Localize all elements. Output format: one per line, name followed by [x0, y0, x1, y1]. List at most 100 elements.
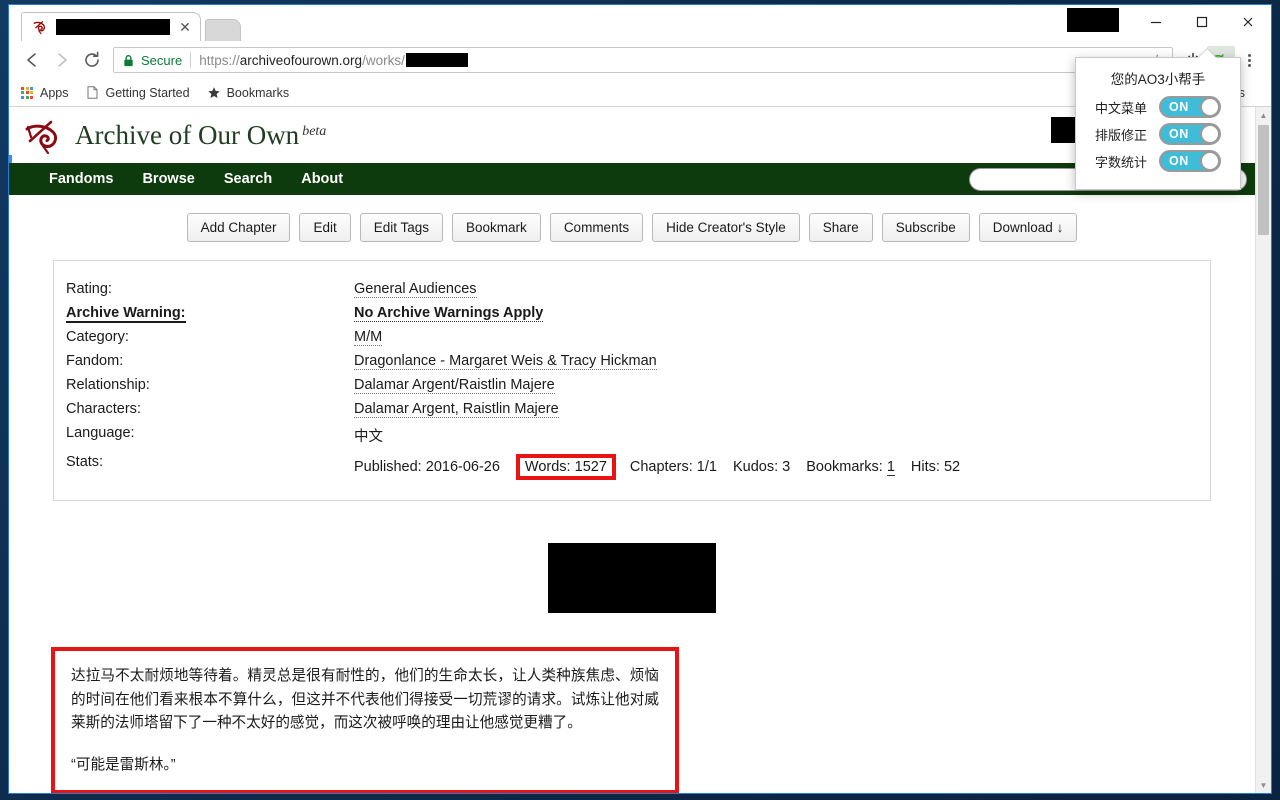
toggle-switch-typography-fix[interactable]: ON [1159, 123, 1221, 145]
url-text: https://archiveofourown.org/works/ [199, 52, 468, 68]
scroll-up-arrow-icon[interactable]: ▲ [1256, 107, 1271, 123]
meta-row-archive-warning: Archive Warning: No Archive Warnings App… [54, 301, 1210, 325]
share-button[interactable]: Share [808, 213, 873, 242]
site-nav: Fandoms Browse Search About [9, 163, 1255, 195]
new-tab-button[interactable] [205, 19, 241, 41]
browser-title-bar: ✕ [9, 5, 1271, 41]
download-button[interactable]: Download ↓ [978, 213, 1078, 242]
meta-value: Dalamar Argent, Raistlin Majere [354, 401, 559, 418]
fandom-tag-link[interactable]: Dragonlance - Margaret Weis & Tracy Hick… [354, 353, 657, 370]
stat-bookmarks: Bookmarks: 1 [806, 459, 895, 476]
meta-row-relationship: Relationship: Dalamar Argent/Raistlin Ma… [54, 373, 1210, 397]
forward-arrow-icon[interactable] [47, 45, 77, 75]
category-tag-link[interactable]: M/M [354, 329, 383, 346]
meta-row-category: Category: M/M [54, 325, 1210, 349]
meta-value: M/M [354, 329, 383, 346]
meta-value: Dalamar Argent/Raistlin Majere [354, 377, 555, 394]
address-bar[interactable]: Secure https://archiveofourown.org/works… [113, 47, 1173, 73]
site-title[interactable]: Archive of Our Own beta [75, 120, 326, 151]
page-icon [85, 85, 101, 101]
meta-value: General Audiences [354, 281, 477, 298]
work-metadata-box: Rating: General Audiences Archive Warnin… [53, 260, 1211, 501]
stat-hits: Hits: 52 [910, 459, 961, 475]
back-arrow-icon[interactable] [17, 45, 47, 75]
meta-label: Rating: [66, 281, 112, 297]
reload-icon[interactable] [77, 45, 107, 75]
meta-row-stats: Stats: Published: 2016-06-26 Words: 1527… [54, 450, 1210, 484]
relationship-tag-link[interactable]: Dalamar Argent/Raistlin Majere [354, 377, 555, 394]
meta-label: Category: [66, 329, 129, 345]
characters-tag-link[interactable]: Dalamar Argent, Raistlin Majere [354, 401, 559, 418]
nav-item-about[interactable]: About [301, 171, 343, 187]
bookmark-label: Bookmarks [226, 85, 290, 100]
toggle-state-label: ON [1169, 127, 1189, 141]
bookmarks-count-link[interactable]: 1 [886, 459, 895, 476]
work-action-buttons: Add Chapter Edit Edit Tags Bookmark Comm… [9, 213, 1255, 242]
bookmark-apps[interactable]: Apps [19, 85, 69, 101]
tab-close-icon[interactable]: ✕ [176, 18, 194, 36]
lock-icon [122, 54, 135, 67]
add-chapter-button[interactable]: Add Chapter [186, 213, 291, 242]
meta-value: Dragonlance - Margaret Weis & Tracy Hick… [354, 353, 657, 370]
meta-value: No Archive Warnings Apply [354, 305, 544, 322]
close-icon[interactable] [1225, 5, 1271, 39]
scrollbar-thumb[interactable] [1258, 125, 1269, 235]
comments-button[interactable]: Comments [549, 213, 644, 242]
title-bar-redacted-label [1067, 8, 1119, 32]
browser-window: ✕ Secure https://archiveofourown.org/wor… [8, 4, 1272, 794]
work-stats: Published: 2016-06-26 Words: 1527 Chapte… [354, 454, 976, 480]
page-viewport: Archive of Our Own beta Fandoms Browse Se… [9, 107, 1271, 793]
meta-label: Fandom: [66, 353, 124, 369]
tab-strip: ✕ [9, 11, 241, 41]
meta-label: Characters: [66, 401, 141, 417]
popup-option-word-count: 字数统计 ON [1076, 150, 1240, 172]
subscribe-button[interactable]: Subscribe [881, 213, 970, 242]
hide-creators-style-button[interactable]: Hide Creator's Style [652, 213, 800, 242]
toggle-label: 中文菜单 [1095, 100, 1148, 116]
nav-item-browse[interactable]: Browse [142, 171, 194, 187]
meta-label: Archive Warning: [66, 305, 186, 323]
ao3-logo-icon[interactable] [23, 116, 71, 155]
meta-label: Language: [66, 425, 135, 441]
toggle-state-label: ON [1169, 154, 1189, 168]
meta-row-language: Language: 中文 [54, 421, 1210, 450]
bookmark-label: Apps [40, 85, 69, 100]
toggle-label: 排版修正 [1095, 127, 1148, 143]
bookmark-getting-started[interactable]: Getting Started [85, 85, 190, 101]
work-title-redacted [548, 543, 716, 613]
nav-item-search[interactable]: Search [224, 171, 272, 187]
toggle-switch-chinese-menu[interactable]: ON [1159, 96, 1221, 118]
extension-popup: 您的AO3小帮手 中文菜单 ON 排版修正 ON 字数统计 ON [1075, 57, 1241, 190]
work-paragraph-1: 达拉马不太耐烦地等待着。精灵总是很有耐性的，他们的生命太长，让人类种族焦虑、烦恼… [71, 668, 659, 732]
ao3-page: Archive of Our Own beta Fandoms Browse Se… [9, 107, 1255, 793]
star-icon [206, 85, 222, 101]
bookmark-bookmarks[interactable]: Bookmarks [206, 85, 290, 101]
omnibox-divider [190, 52, 192, 68]
toggle-knob [1200, 97, 1220, 117]
rating-tag-link[interactable]: General Audiences [354, 281, 477, 298]
apps-grid-icon [19, 85, 35, 101]
scroll-down-arrow-icon[interactable]: ▼ [1256, 777, 1271, 793]
edit-button[interactable]: Edit [299, 213, 351, 242]
url-redacted-id [405, 52, 468, 67]
stat-words-highlighted: Words: 1527 [515, 454, 616, 480]
popup-option-chinese-menu: 中文菜单 ON [1076, 96, 1240, 118]
work-body-highlighted: 达拉马不太耐烦地等待着。精灵总是很有耐性的，他们的生命太长，让人类种族焦虑、烦恼… [51, 647, 679, 793]
page-scrollbar[interactable]: ▲ ▼ [1255, 107, 1271, 793]
nav-item-fandoms[interactable]: Fandoms [49, 171, 113, 187]
stat-chapters: Chapters: 1/1 [629, 459, 717, 475]
maximize-icon[interactable] [1179, 5, 1225, 39]
ao3-favicon-icon [32, 18, 50, 36]
edit-tags-button[interactable]: Edit Tags [359, 213, 444, 242]
minimize-icon[interactable] [1133, 5, 1179, 39]
stat-published: Published: 2016-06-26 [354, 459, 500, 475]
browser-tab-active[interactable]: ✕ [21, 12, 201, 41]
work-paragraph-2: “可能是雷斯林。” [71, 756, 176, 773]
toggle-knob [1200, 124, 1220, 144]
bookmark-button[interactable]: Bookmark [452, 213, 541, 242]
toggle-switch-word-count[interactable]: ON [1159, 150, 1221, 172]
toggle-state-label: ON [1169, 100, 1189, 114]
archive-warning-tag-link[interactable]: No Archive Warnings Apply [354, 305, 544, 322]
toggle-knob [1200, 151, 1220, 171]
meta-row-fandom: Fandom: Dragonlance - Margaret Weis & Tr… [54, 349, 1210, 373]
